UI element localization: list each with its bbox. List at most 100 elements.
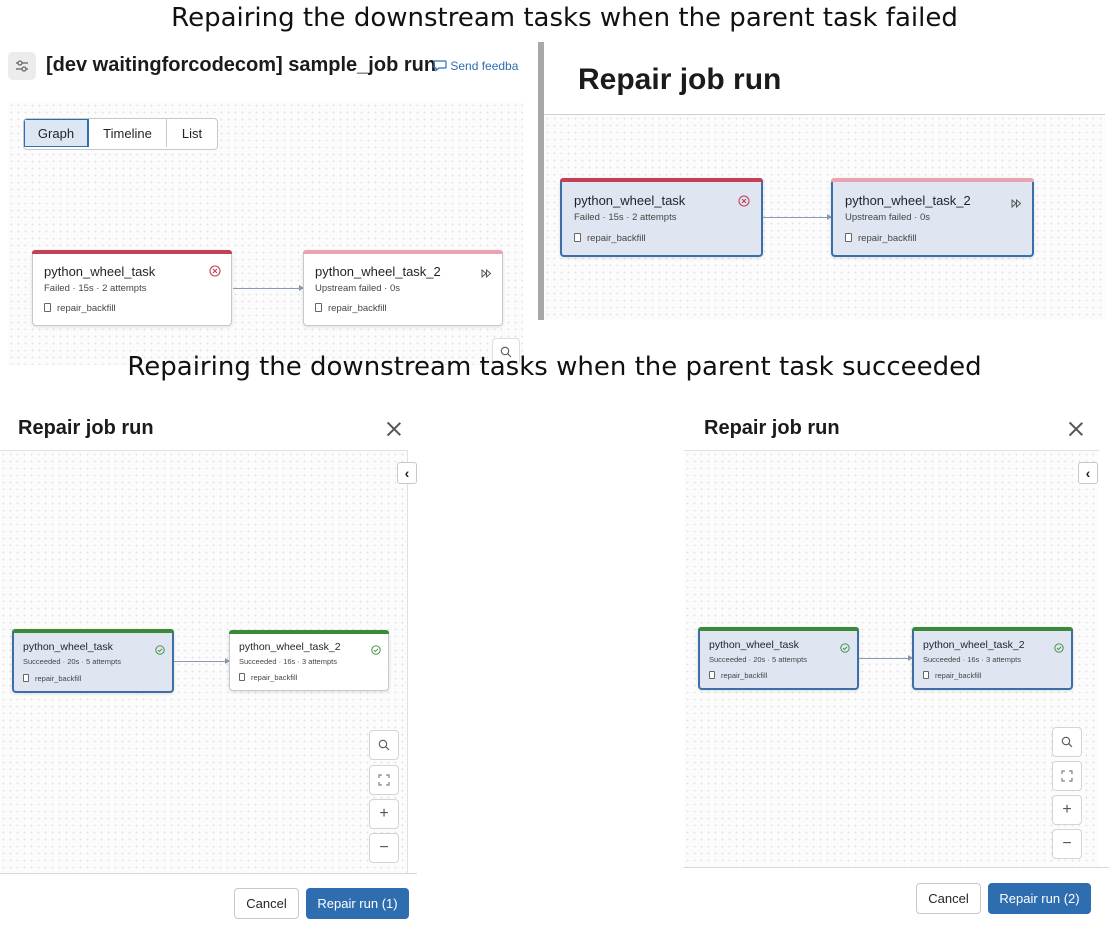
task-node-python-wheel-task[interactable]: python_wheel_task Failed · 15s · 2 attem… bbox=[32, 250, 232, 326]
plus-icon[interactable]: + bbox=[369, 799, 399, 829]
repair-dialog-failed: Repair job run python_wheel_task Failed … bbox=[544, 42, 1105, 320]
task-meta: Succeeded · 16s · 3 attempts bbox=[923, 655, 1021, 664]
task-duration: 16s bbox=[967, 655, 980, 664]
minus-icon[interactable]: − bbox=[1052, 829, 1082, 859]
task-file-name: repair_backfill bbox=[721, 671, 768, 680]
task-meta: Upstream failed · 0s bbox=[315, 283, 401, 294]
task-status: Succeeded bbox=[23, 657, 61, 666]
check-circle-icon bbox=[155, 642, 165, 660]
task-meta: Upstream failed · 0s bbox=[845, 212, 931, 223]
task-duration: 0s bbox=[389, 283, 401, 294]
fit-to-screen-icon[interactable] bbox=[1052, 761, 1082, 791]
task-file-name: repair_backfill bbox=[858, 233, 917, 244]
dialog-title: Repair job run bbox=[578, 63, 782, 96]
repair-dialog-2: Repair job run ‹ python_wheel_task Succe… bbox=[684, 400, 1109, 933]
task-node-python-wheel-task[interactable]: python_wheel_task Failed · 15s · 2 attem… bbox=[560, 178, 763, 257]
chevron-left-icon[interactable]: ‹ bbox=[1078, 462, 1098, 484]
x-circle-icon bbox=[738, 194, 750, 212]
task-node-python-wheel-task-2[interactable]: python_wheel_task_2 Succeeded · 16s · 3 … bbox=[229, 630, 389, 691]
task-file-name: repair_backfill bbox=[935, 671, 982, 680]
task-attempts: 5 attempts bbox=[85, 657, 121, 666]
dependency-edge bbox=[233, 285, 304, 291]
task-attempts: 3 attempts bbox=[985, 655, 1021, 664]
task-duration: 20s bbox=[753, 655, 766, 664]
search-icon[interactable] bbox=[369, 730, 399, 760]
task-file: repair_backfill bbox=[923, 671, 981, 680]
task-status: Upstream failed bbox=[315, 283, 382, 294]
task-meta: Failed · 15s · 2 attempts bbox=[44, 283, 147, 294]
repair-run-button[interactable]: Repair run (2) bbox=[988, 883, 1091, 914]
plus-icon[interactable]: + bbox=[1052, 795, 1082, 825]
task-file: repair_backfill bbox=[23, 674, 81, 683]
task-node-python-wheel-task-2[interactable]: python_wheel_task_2 Upstream failed · 0s… bbox=[831, 178, 1034, 257]
task-name: python_wheel_task_2 bbox=[923, 639, 1025, 651]
task-node-python-wheel-task[interactable]: python_wheel_task Succeeded · 20s · 5 at… bbox=[698, 627, 859, 690]
task-status: Failed bbox=[574, 212, 600, 223]
task-attempts: 2 attempts bbox=[102, 283, 147, 294]
task-node-python-wheel-task-2[interactable]: python_wheel_task_2 Succeeded · 16s · 3 … bbox=[912, 627, 1073, 690]
task-meta: Succeeded · 16s · 3 attempts bbox=[239, 657, 337, 666]
task-status: Failed bbox=[44, 283, 70, 294]
task-file: repair_backfill bbox=[709, 671, 767, 680]
dependency-edge bbox=[174, 658, 230, 664]
cancel-button[interactable]: Cancel bbox=[234, 888, 299, 919]
dependency-edge bbox=[859, 655, 913, 661]
task-meta: Succeeded · 20s · 5 attempts bbox=[709, 655, 807, 664]
heading-succeeded: Repairing the downstream tasks when the … bbox=[127, 352, 982, 382]
chat-bubble-icon bbox=[433, 59, 450, 73]
check-circle-icon bbox=[371, 642, 381, 660]
repair-run-button[interactable]: Repair run (1) bbox=[306, 888, 409, 919]
task-node-python-wheel-task-2[interactable]: python_wheel_task_2 Upstream failed · 0s… bbox=[303, 250, 503, 326]
file-icon bbox=[44, 303, 51, 312]
status-bar bbox=[12, 629, 174, 633]
close-icon[interactable] bbox=[1068, 421, 1084, 437]
send-feedback-label: Send feedba bbox=[450, 59, 519, 73]
search-icon[interactable] bbox=[1052, 727, 1082, 757]
task-file-name: repair_backfill bbox=[328, 303, 387, 314]
tab-graph[interactable]: Graph bbox=[24, 119, 89, 147]
status-bar bbox=[698, 627, 859, 631]
minus-icon[interactable]: − bbox=[369, 833, 399, 863]
task-status: Succeeded bbox=[239, 657, 277, 666]
task-file-name: repair_backfill bbox=[57, 303, 116, 314]
close-icon[interactable] bbox=[386, 421, 402, 437]
dependency-edge bbox=[763, 214, 832, 220]
chevron-left-icon[interactable]: ‹ bbox=[397, 462, 417, 484]
file-icon bbox=[709, 671, 715, 679]
status-bar bbox=[560, 178, 763, 182]
task-status: Succeeded bbox=[923, 655, 961, 664]
tab-list[interactable]: List bbox=[167, 119, 217, 147]
view-tabs: Graph Timeline List bbox=[23, 118, 218, 150]
status-bar bbox=[303, 250, 503, 254]
skip-forward-icon bbox=[1011, 195, 1022, 213]
page-title: [dev waitingforcodecom] sample_job run bbox=[46, 54, 437, 76]
task-file: repair_backfill bbox=[44, 303, 116, 314]
cancel-button[interactable]: Cancel bbox=[916, 883, 981, 914]
task-file-name: repair_backfill bbox=[35, 674, 82, 683]
task-duration: 15s bbox=[78, 283, 94, 294]
right-panel-edge bbox=[407, 450, 417, 873]
task-duration: 20s bbox=[67, 657, 80, 666]
job-settings-icon[interactable] bbox=[8, 52, 36, 80]
file-icon bbox=[23, 674, 29, 682]
task-file-name: repair_backfill bbox=[587, 233, 646, 244]
tab-timeline[interactable]: Timeline bbox=[89, 119, 167, 147]
task-file: repair_backfill bbox=[315, 303, 387, 314]
task-file: repair_backfill bbox=[845, 233, 917, 244]
dialog-title: Repair job run bbox=[704, 417, 840, 439]
status-bar bbox=[912, 627, 1073, 631]
file-icon bbox=[315, 303, 322, 312]
file-icon bbox=[239, 673, 245, 681]
task-name: python_wheel_task_2 bbox=[315, 264, 441, 279]
task-name: python_wheel_task bbox=[44, 264, 156, 279]
file-icon bbox=[845, 233, 852, 242]
fit-to-screen-icon[interactable] bbox=[369, 765, 399, 795]
send-feedback-link[interactable]: Send feedba bbox=[433, 59, 518, 73]
task-duration: 15s bbox=[608, 212, 624, 223]
task-node-python-wheel-task[interactable]: python_wheel_task Succeeded · 20s · 5 at… bbox=[12, 629, 174, 693]
job-run-page: [dev waitingforcodecom] sample_job run S… bbox=[0, 40, 538, 365]
task-name: python_wheel_task bbox=[23, 641, 113, 653]
task-status: Upstream failed bbox=[845, 212, 912, 223]
check-circle-icon bbox=[1054, 640, 1064, 658]
task-status: Succeeded bbox=[709, 655, 747, 664]
